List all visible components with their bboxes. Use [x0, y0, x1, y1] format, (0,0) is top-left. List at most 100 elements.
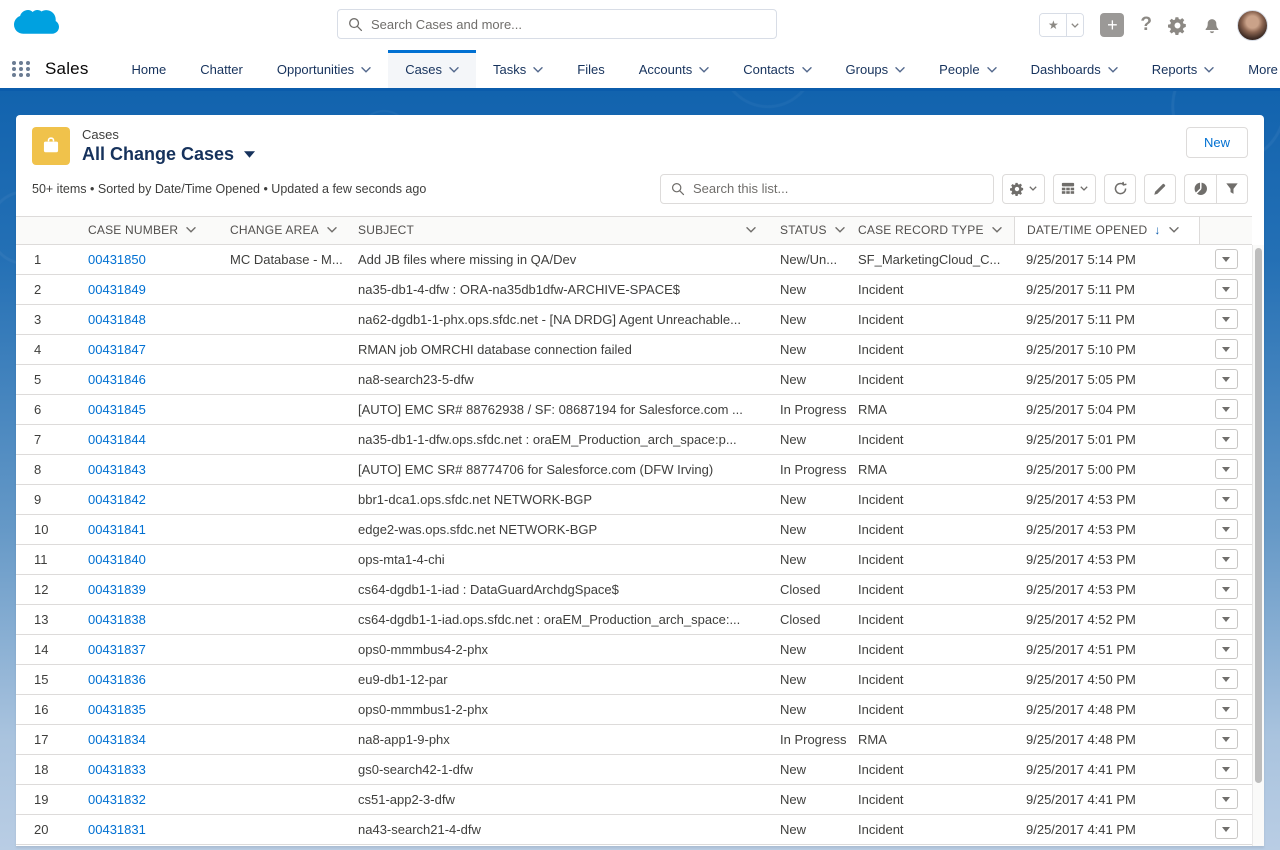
row-actions-button[interactable] — [1215, 339, 1238, 359]
case-number-link[interactable]: 00431831 — [88, 822, 146, 837]
display-as-button[interactable] — [1053, 174, 1096, 204]
tab-tasks[interactable]: Tasks — [476, 50, 560, 88]
notifications-bell-icon[interactable] — [1203, 16, 1221, 34]
case-number-link[interactable]: 00431832 — [88, 792, 146, 807]
status-cell: New — [768, 635, 846, 664]
case-number-link[interactable]: 00431842 — [88, 492, 146, 507]
column-header-subject[interactable]: SUBJECT — [346, 217, 768, 244]
case-number-link[interactable]: 00431845 — [88, 402, 146, 417]
user-avatar[interactable] — [1237, 10, 1268, 41]
charts-button[interactable] — [1184, 174, 1216, 204]
column-header-num — [16, 217, 76, 244]
tab-opportunities[interactable]: Opportunities — [260, 50, 388, 88]
row-actions-button[interactable] — [1215, 759, 1238, 779]
column-header-change_area[interactable]: CHANGE AREA — [218, 217, 346, 244]
column-header-status[interactable]: STATUS — [768, 217, 846, 244]
tab-cases[interactable]: Cases — [388, 50, 476, 88]
tab-accounts[interactable]: Accounts — [622, 50, 726, 88]
case-number-link[interactable]: 00431833 — [88, 762, 146, 777]
case-number-link[interactable]: 00431835 — [88, 702, 146, 717]
salesforce-logo-icon — [14, 8, 59, 40]
column-header-opened[interactable]: DATE/TIME OPENED↓ — [1014, 217, 1200, 244]
tab-chatter[interactable]: Chatter — [183, 50, 260, 88]
row-actions-button[interactable] — [1215, 669, 1238, 689]
tab-people[interactable]: People — [922, 50, 1013, 88]
row-actions-button[interactable] — [1215, 489, 1238, 509]
case-number-link[interactable]: 00431834 — [88, 732, 146, 747]
chevron-down-icon — [895, 67, 905, 73]
row-actions-button[interactable] — [1215, 609, 1238, 629]
global-search-input[interactable] — [371, 17, 766, 32]
case-number-link[interactable]: 00431838 — [88, 612, 146, 627]
case-number-cell: 00431837 — [76, 635, 218, 664]
setup-gear-icon[interactable] — [1168, 16, 1187, 35]
list-view-settings-button[interactable] — [1002, 174, 1045, 204]
record-type-cell: Incident — [846, 575, 1014, 604]
case-number-link[interactable]: 00431843 — [88, 462, 146, 477]
row-actions-button[interactable] — [1215, 819, 1238, 839]
row-actions-button[interactable] — [1215, 729, 1238, 749]
filter-button[interactable] — [1216, 174, 1248, 204]
tab-dashboards[interactable]: Dashboards — [1014, 50, 1135, 88]
favorites-caret-icon[interactable] — [1066, 14, 1083, 36]
list-search-input[interactable] — [693, 181, 983, 196]
tab-groups[interactable]: Groups — [829, 50, 923, 88]
row-actions-button[interactable] — [1215, 459, 1238, 479]
case-number-link[interactable]: 00431836 — [88, 672, 146, 687]
new-button[interactable]: New — [1186, 127, 1248, 158]
tab-home[interactable]: Home — [115, 50, 184, 88]
tab-more[interactable]: More — [1231, 50, 1280, 88]
global-header: ★ + ? — [0, 0, 1280, 50]
row-actions-button[interactable] — [1215, 369, 1238, 389]
case-number-link[interactable]: 00431846 — [88, 372, 146, 387]
case-number-link[interactable]: 00431844 — [88, 432, 146, 447]
row-actions-cell — [1200, 515, 1252, 544]
list-view-selector[interactable]: All Change Cases — [82, 143, 255, 166]
column-header-case_number[interactable]: CASE NUMBER — [76, 217, 218, 244]
date-opened-cell: 9/25/2017 5:01 PM — [1014, 425, 1200, 454]
subject-cell: na62-dgdb1-1-phx.ops.sfdc.net - [NA DRDG… — [346, 305, 768, 334]
row-actions-button[interactable] — [1215, 789, 1238, 809]
case-number-link[interactable]: 00431837 — [88, 642, 146, 657]
app-name[interactable]: Sales — [31, 50, 115, 88]
row-number: 3 — [16, 305, 76, 334]
tab-files[interactable]: Files — [560, 50, 621, 88]
column-header-record_type[interactable]: CASE RECORD TYPE — [846, 217, 1014, 244]
case-number-link[interactable]: 00431840 — [88, 552, 146, 567]
tab-reports[interactable]: Reports — [1135, 50, 1232, 88]
case-number-link[interactable]: 00431849 — [88, 282, 146, 297]
case-number-link[interactable]: 00431841 — [88, 522, 146, 537]
vertical-scrollbar[interactable] — [1252, 245, 1264, 846]
date-opened-cell: 9/25/2017 5:05 PM — [1014, 365, 1200, 394]
status-cell: New — [768, 695, 846, 724]
status-cell: In Progress — [768, 725, 846, 754]
row-number: 21 — [16, 845, 76, 846]
row-actions-button[interactable] — [1215, 399, 1238, 419]
row-actions-button[interactable] — [1215, 429, 1238, 449]
help-icon[interactable]: ? — [1140, 14, 1152, 36]
row-actions-cell — [1200, 725, 1252, 754]
scrollbar-thumb[interactable] — [1255, 248, 1262, 783]
case-number-link[interactable]: 00431847 — [88, 342, 146, 357]
row-actions-button[interactable] — [1215, 309, 1238, 329]
row-actions-button[interactable] — [1215, 699, 1238, 719]
refresh-icon — [1113, 181, 1128, 196]
row-actions-button[interactable] — [1215, 249, 1238, 269]
row-actions-button[interactable] — [1215, 279, 1238, 299]
case-number-link[interactable]: 00431848 — [88, 312, 146, 327]
row-actions-button[interactable] — [1215, 549, 1238, 569]
row-actions-button[interactable] — [1215, 579, 1238, 599]
status-cell: New — [768, 815, 846, 844]
add-icon[interactable]: + — [1100, 13, 1124, 37]
caret-down-icon — [1222, 647, 1230, 652]
refresh-button[interactable] — [1104, 174, 1136, 204]
chevron-down-icon — [746, 227, 756, 233]
case-number-link[interactable]: 00431839 — [88, 582, 146, 597]
row-actions-button[interactable] — [1215, 519, 1238, 539]
tab-contacts[interactable]: Contacts — [726, 50, 828, 88]
row-actions-button[interactable] — [1215, 639, 1238, 659]
favorites-star-icon[interactable]: ★ — [1040, 14, 1066, 36]
case-number-link[interactable]: 00431850 — [88, 252, 146, 267]
inline-edit-button[interactable] — [1144, 174, 1176, 204]
app-launcher-waffle-icon[interactable] — [12, 50, 31, 88]
